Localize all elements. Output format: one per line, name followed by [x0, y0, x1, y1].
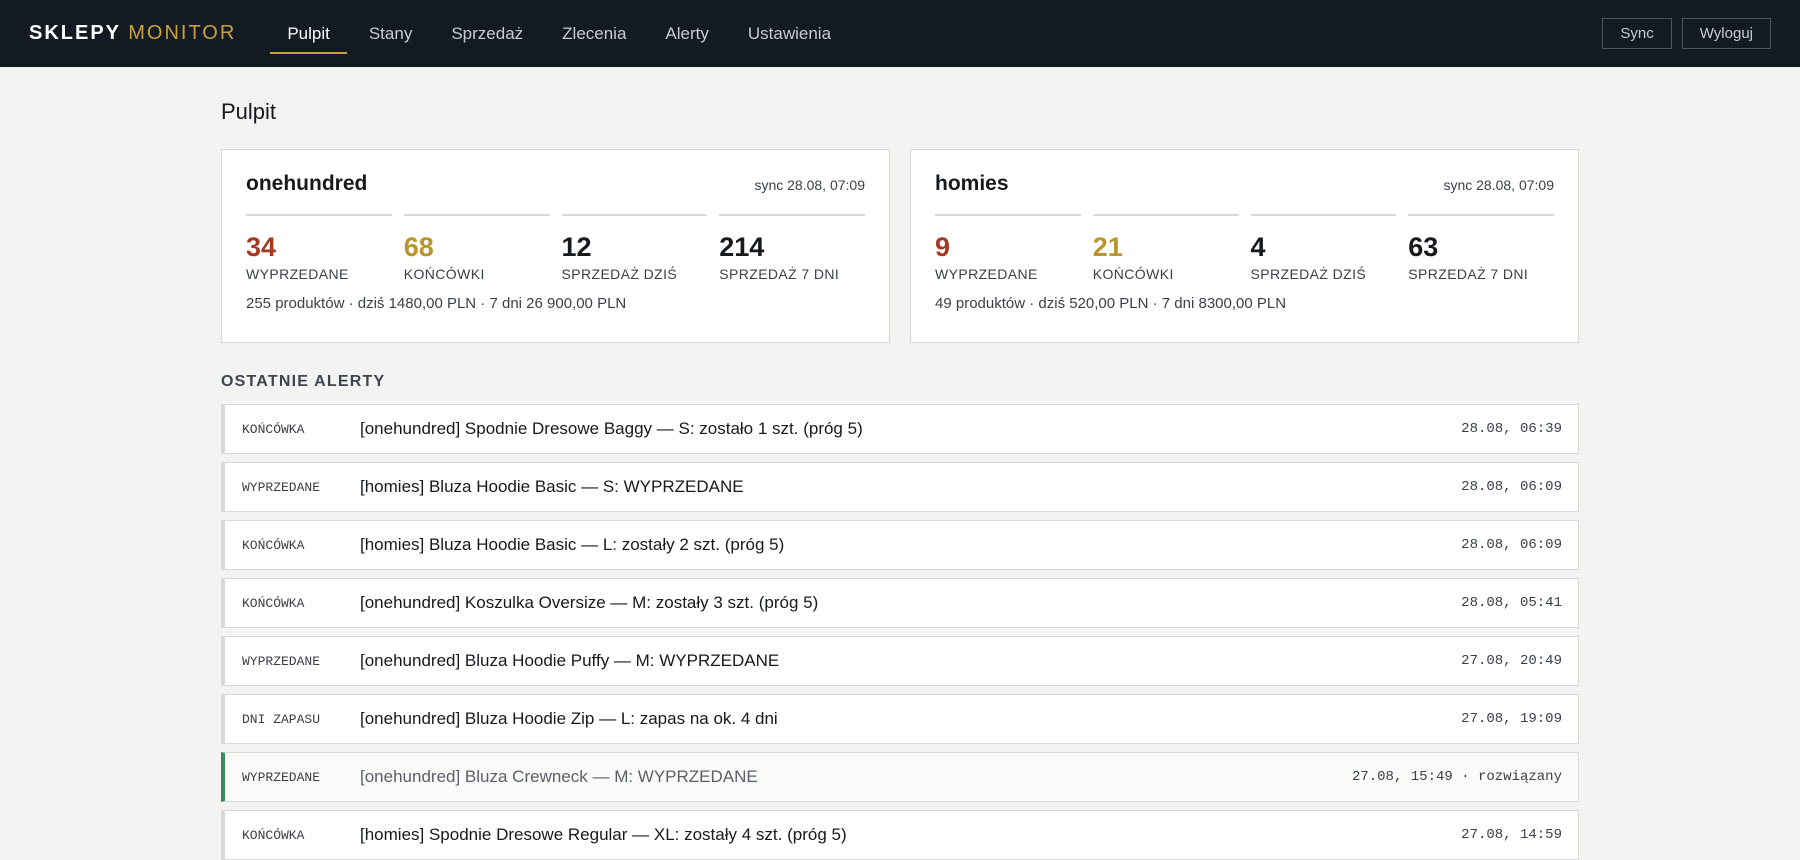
alert-type-badge: KOŃCÓWKA: [242, 537, 305, 553]
metric-value: 34: [246, 232, 277, 262]
header-actions: Sync Wyloguj: [1602, 18, 1771, 49]
alert-row[interactable]: WYPRZEDANE [homies] Bluza Hoodie Basic —…: [221, 462, 1579, 512]
nav-item-ustawienia[interactable]: Ustawienia: [731, 0, 848, 67]
alert-message: [homies] Bluza Hoodie Basic — L: zostały…: [360, 535, 785, 554]
alert-type-badge: WYPRZEDANE: [242, 479, 321, 495]
alert-message: [onehundred] Bluza Hoodie Puffy — M: WYP…: [360, 651, 780, 670]
alert-row[interactable]: KOŃCÓWKA [onehundred] Koszulka Oversize …: [221, 578, 1579, 628]
shop-card-header: homies sync 28.08, 07:09: [935, 172, 1554, 196]
shop-metrics: 34 WYPRZEDANE 68 KOŃCÓWKI 12 SPRZEDAŻ DZ…: [246, 214, 865, 282]
metric-value: 63: [1408, 232, 1439, 262]
sync-button[interactable]: Sync: [1602, 18, 1672, 49]
metric-value: 12: [561, 232, 592, 262]
alert-type-badge: KOŃCÓWKA: [242, 421, 305, 437]
metric-label: KOŃCÓWKI: [1092, 266, 1174, 282]
alert-timestamp: 27.08, 19:09: [1461, 711, 1562, 727]
shop-summary: 49 produktów · dziś 520,00 PLN · 7 dni 8…: [935, 295, 1287, 312]
metric-sales-7d: 214 SPRZEDAŻ 7 DNI: [719, 214, 865, 282]
main-content: Pulpit onehundred sync 28.08, 07:09 34 W…: [221, 67, 1579, 860]
metric-value: 68: [403, 232, 434, 262]
metric-label: SPRZEDAŻ DZIŚ: [561, 266, 678, 282]
logout-button[interactable]: Wyloguj: [1681, 18, 1771, 49]
nav-item-stany[interactable]: Stany: [352, 0, 429, 67]
alert-message: [onehundred] Bluza Crewneck — M: WYPRZED…: [360, 767, 758, 786]
nav-item-pulpit[interactable]: Pulpit: [270, 0, 347, 67]
metric-value: 214: [719, 232, 765, 262]
alert-timestamp: 27.08, 15:49 · rozwiązany: [1351, 769, 1562, 785]
metric-value: 9: [935, 232, 951, 262]
metric-label: SPRZEDAŻ 7 DNI: [719, 266, 840, 282]
metric-label: WYPRZEDANE: [246, 266, 349, 282]
alert-type-badge: KOŃCÓWKA: [242, 827, 305, 843]
shop-metrics: 9 WYPRZEDANE 21 KOŃCÓWKI 4 SPRZEDAŻ DZIŚ…: [935, 214, 1554, 282]
metric-label: SPRZEDAŻ 7 DNI: [1408, 266, 1529, 282]
shop-name: onehundred: [246, 172, 368, 195]
shop-cards: onehundred sync 28.08, 07:09 34 WYPRZEDA…: [221, 149, 1579, 343]
alert-message: [onehundred] Bluza Hoodie Zip — L: zapas…: [360, 709, 778, 728]
metric-sales-today: 12 SPRZEDAŻ DZIŚ: [561, 214, 708, 282]
logo-accent: MONITOR: [128, 22, 237, 44]
alert-row[interactable]: KOŃCÓWKA [homies] Spodnie Dresowe Regula…: [221, 810, 1579, 860]
nav-item-zlecenia[interactable]: Zlecenia: [545, 0, 643, 67]
metric-label: WYPRZEDANE: [935, 266, 1038, 282]
alert-timestamp: 27.08, 20:49: [1461, 653, 1562, 669]
metric-soldout: 9 WYPRZEDANE: [935, 214, 1081, 282]
shop-card-header: onehundred sync 28.08, 07:09: [246, 172, 865, 196]
app-logo[interactable]: SKLEPY MONITOR: [29, 22, 236, 45]
alert-row[interactable]: WYPRZEDANE [onehundred] Bluza Hoodie Puf…: [221, 636, 1579, 686]
alert-message: [homies] Bluza Hoodie Basic — S: WYPRZED…: [360, 477, 744, 496]
metric-sales-7d: 63 SPRZEDAŻ 7 DNI: [1408, 214, 1554, 282]
page-title: Pulpit: [221, 99, 277, 124]
main-nav: Pulpit Stany Sprzedaż Zlecenia Alerty Us…: [270, 0, 853, 67]
shop-card-onehundred: onehundred sync 28.08, 07:09 34 WYPRZEDA…: [221, 149, 890, 343]
alert-row[interactable]: KOŃCÓWKA [homies] Bluza Hoodie Basic — L…: [221, 520, 1579, 570]
alert-message: [homies] Spodnie Dresowe Regular — XL: z…: [360, 825, 847, 844]
alert-message: [onehundred] Koszulka Oversize — M: zost…: [360, 593, 819, 612]
metric-label: SPRZEDAŻ DZIŚ: [1250, 266, 1367, 282]
metric-soldout: 34 WYPRZEDANE: [246, 214, 392, 282]
alert-row-resolved[interactable]: WYPRZEDANE [onehundred] Bluza Crewneck —…: [221, 752, 1579, 802]
alert-timestamp: 28.08, 05:41: [1461, 595, 1562, 611]
top-bar: SKLEPY MONITOR Pulpit Stany Sprzedaż Zle…: [0, 0, 1800, 67]
metric-lowstock: 68 KOŃCÓWKI: [403, 214, 550, 282]
metric-value: 4: [1250, 232, 1266, 262]
shop-card-homies: homies sync 28.08, 07:09 9 WYPRZEDANE 21…: [910, 149, 1579, 343]
metric-label: KOŃCÓWKI: [403, 266, 485, 282]
metric-value: 21: [1092, 232, 1123, 262]
alert-message: [onehundred] Spodnie Dresowe Baggy — S: …: [360, 419, 863, 438]
alert-timestamp: 27.08, 14:59: [1461, 827, 1562, 843]
alert-row[interactable]: DNI ZAPASU [onehundred] Bluza Hoodie Zip…: [221, 694, 1579, 744]
shop-name: homies: [935, 172, 1009, 195]
alert-timestamp: 28.08, 06:09: [1461, 479, 1562, 495]
metric-lowstock: 21 KOŃCÓWKI: [1092, 214, 1239, 282]
alert-timestamp: 28.08, 06:09: [1461, 537, 1562, 553]
alert-timestamp: 28.08, 06:39: [1461, 421, 1562, 437]
metric-sales-today: 4 SPRZEDAŻ DZIŚ: [1250, 214, 1397, 282]
nav-item-sprzedaz[interactable]: Sprzedaż: [434, 0, 540, 67]
shop-sync-time: sync 28.08, 07:09: [1443, 177, 1554, 193]
nav-item-alerty[interactable]: Alerty: [648, 0, 725, 67]
alert-type-badge: WYPRZEDANE: [242, 653, 321, 669]
alerts-section-title: OSTATNIE ALERTY: [221, 373, 386, 390]
alert-type-badge: DNI ZAPASU: [242, 711, 321, 727]
shop-summary: 255 produktów · dziś 1480,00 PLN · 7 dni…: [246, 295, 627, 312]
alert-type-badge: WYPRZEDANE: [242, 769, 321, 785]
shop-sync-time: sync 28.08, 07:09: [754, 177, 865, 193]
alert-row[interactable]: KOŃCÓWKA [onehundred] Spodnie Dresowe Ba…: [221, 404, 1579, 454]
logo-main: SKLEPY: [29, 22, 121, 44]
alerts-list: KOŃCÓWKA [onehundred] Spodnie Dresowe Ba…: [221, 404, 1579, 860]
alert-type-badge: KOŃCÓWKA: [242, 595, 305, 611]
